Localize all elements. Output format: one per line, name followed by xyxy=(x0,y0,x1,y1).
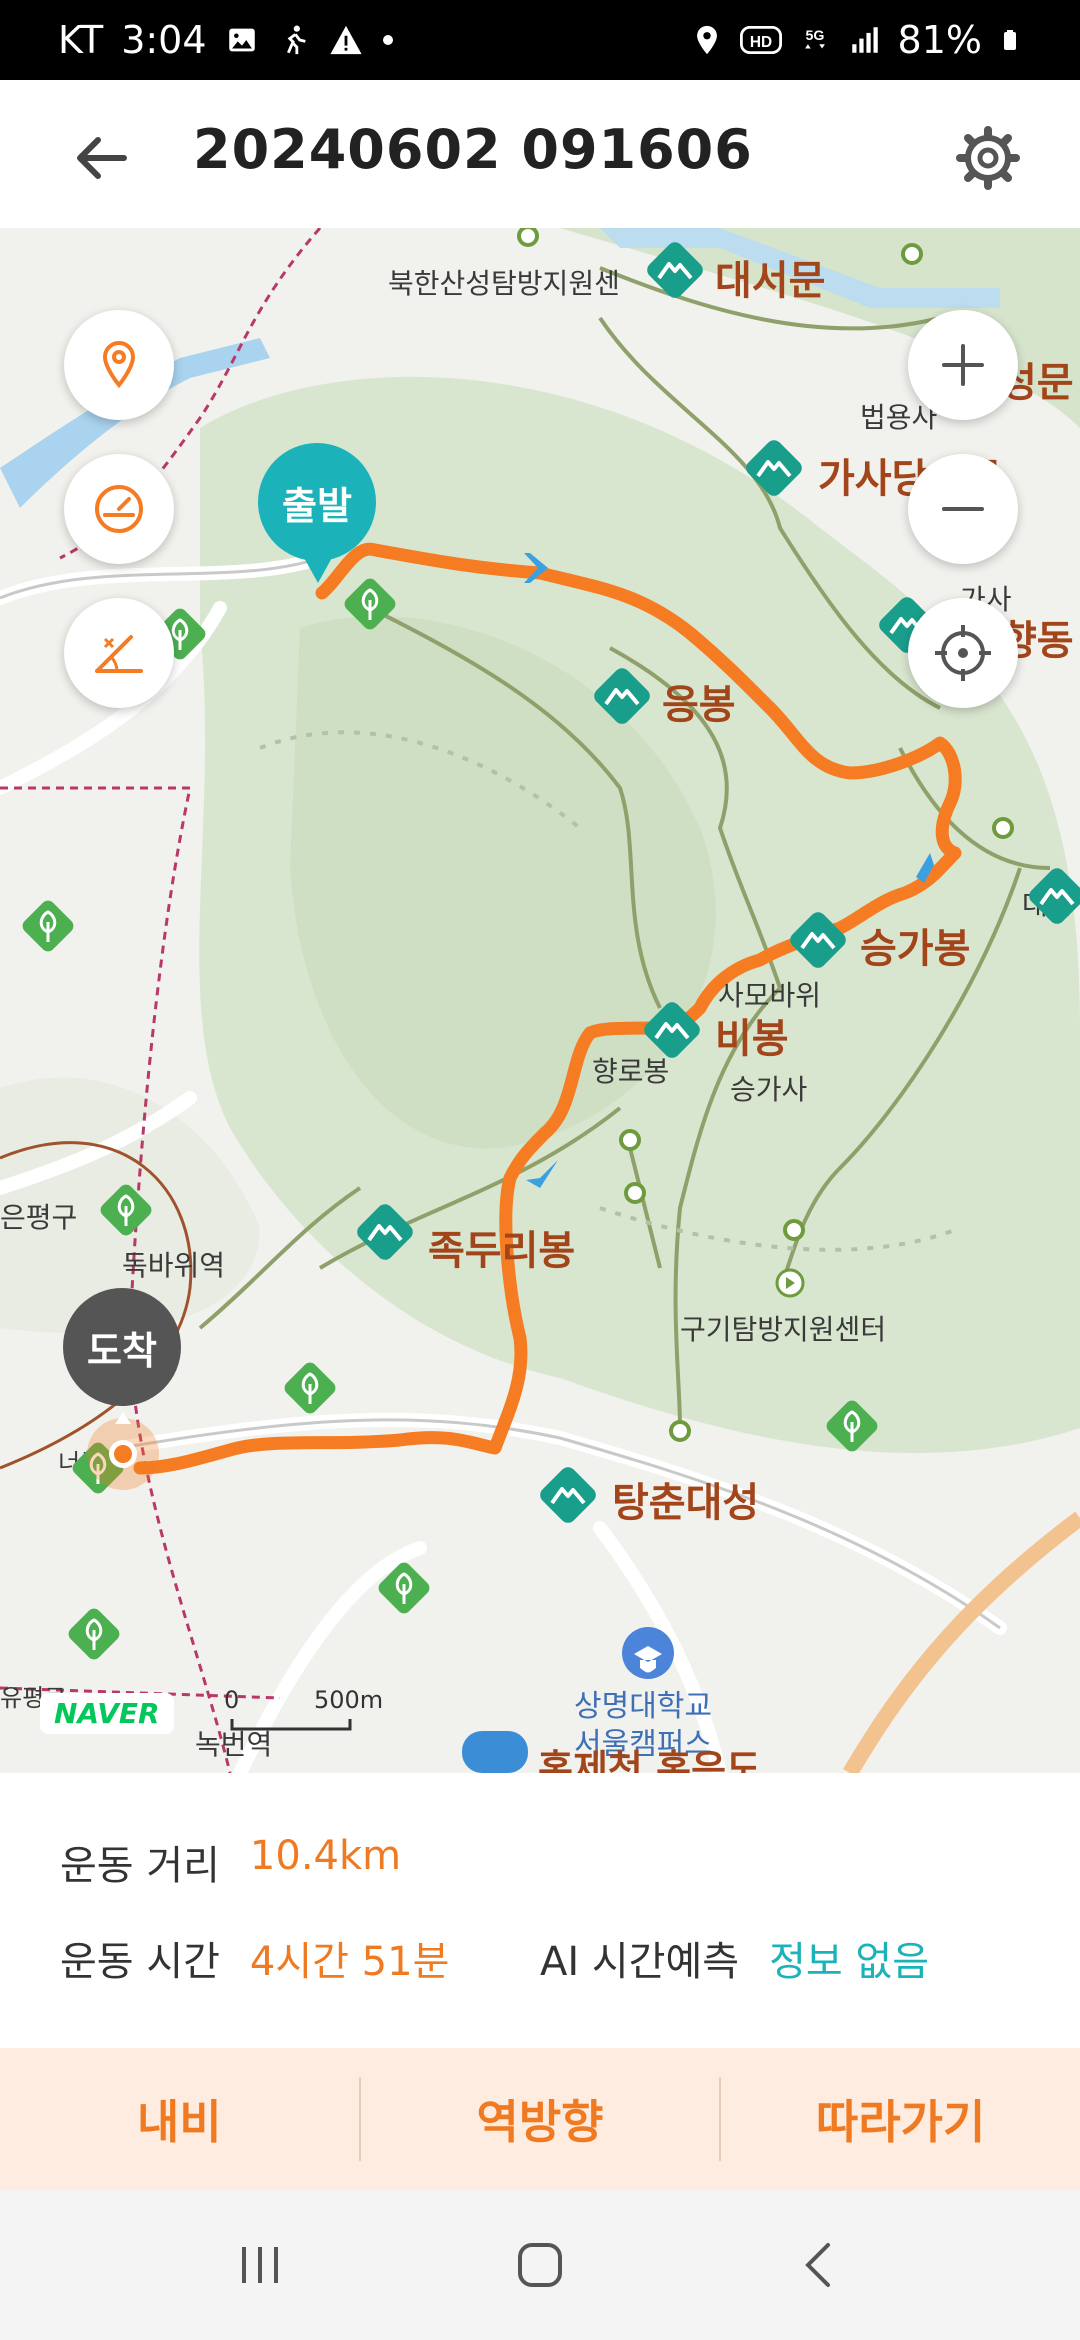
tree-marker-icon xyxy=(68,1608,120,1660)
back-arrow-icon xyxy=(77,137,127,179)
scale-bar: 0 500m xyxy=(220,1686,383,1726)
action-bar: 내비 역방향 따라가기 xyxy=(0,2048,1080,2190)
map-label: 상명대학교 xyxy=(574,1689,712,1724)
gear-icon xyxy=(956,126,1020,190)
crosshair-icon xyxy=(935,625,991,681)
battery-percent: 81% xyxy=(897,18,982,62)
tree-marker-icon xyxy=(826,1400,878,1452)
ai-value: 정보 없음 xyxy=(769,1939,929,1985)
running-app-icon xyxy=(286,25,306,55)
status-left: KT 3:04 xyxy=(58,18,395,62)
workout-info-panel: 운동 거리 10.4km 운동 시간 4시간 51분 AI 시간예측 정보 없음 xyxy=(0,1773,1080,2048)
time-value: 4시간 51분 xyxy=(249,1939,450,1985)
home-icon xyxy=(518,2243,562,2287)
end-label: 도착 xyxy=(63,1288,181,1406)
tree-marker-icon xyxy=(284,1362,336,1414)
end-pin[interactable]: 도착 xyxy=(63,1288,183,1490)
location-button[interactable] xyxy=(64,310,174,420)
ai-estimate-row: AI 시간예측 정보 없음 xyxy=(540,1929,929,1987)
my-location-button[interactable] xyxy=(908,598,1018,708)
peak-marker-icon xyxy=(540,1467,596,1523)
zoom-in-button[interactable] xyxy=(908,310,1018,420)
peak-label-seunggabong: 승가봉 xyxy=(860,926,971,972)
start-label: 출발 xyxy=(258,443,376,561)
map-label: 홍제천 홍은도 xyxy=(538,1747,761,1773)
map-label: 은평구 xyxy=(0,1201,78,1234)
scale-zero: 0 xyxy=(224,1686,240,1714)
system-nav-bar xyxy=(0,2190,1080,2340)
tree-marker-icon xyxy=(100,1184,152,1236)
app-header: 20240602 091606 xyxy=(0,80,1080,228)
speed-button[interactable] xyxy=(64,454,174,564)
zoom-out-icon xyxy=(942,507,984,511)
status-right: HD 5G 81% xyxy=(690,18,1022,62)
recent-apps-icon xyxy=(242,2247,278,2283)
distance-label: 운동 거리 xyxy=(60,1843,220,1889)
reverse-button[interactable]: 역방향 xyxy=(361,2048,720,2190)
peak-label-eungbong: 응봉 xyxy=(662,682,736,728)
distance-value: 10.4km xyxy=(249,1833,402,1879)
map-label: 독바위역 xyxy=(122,1249,226,1282)
peak-label-bibong: 비봉 xyxy=(715,1016,789,1062)
navi-button[interactable]: 내비 xyxy=(0,2048,359,2190)
end-location-icon xyxy=(87,1412,159,1490)
svg-text:5G: 5G xyxy=(805,28,824,44)
time-row: 운동 시간 4시간 51분 xyxy=(60,1929,449,1987)
peak-label-daeseomun: 대서문 xyxy=(715,258,826,304)
5g-icon: 5G xyxy=(804,28,825,49)
follow-button[interactable]: 따라가기 xyxy=(721,2048,1080,2190)
signal-icon xyxy=(851,27,878,53)
carrier: KT xyxy=(58,18,104,62)
back-icon xyxy=(805,2243,830,2287)
home-button[interactable] xyxy=(490,2215,590,2315)
peak-marker-icon xyxy=(644,1002,700,1058)
ai-label: AI 시간예측 xyxy=(540,1939,740,1985)
naver-logo: NAVER xyxy=(40,1693,174,1734)
zoom-in-icon xyxy=(942,344,984,386)
map-label: 구기탐방지원센터 xyxy=(680,1313,887,1346)
location-icon xyxy=(696,25,717,55)
battery-icon xyxy=(1004,30,1016,50)
svg-text:HD: HD xyxy=(749,34,771,51)
peak-marker-icon xyxy=(746,440,802,496)
time-label: 운동 시간 xyxy=(60,1939,220,1985)
back-button[interactable] xyxy=(62,118,142,198)
page-title: 20240602 091606 xyxy=(193,118,753,181)
speedometer-icon xyxy=(95,485,143,533)
map-label: 북한산성탐방지원센 xyxy=(388,267,620,300)
peak-label-tangchundaeseong: 탕춘대성 xyxy=(612,1480,760,1526)
map-label: 녹번역 xyxy=(195,1728,273,1761)
peak-marker-icon xyxy=(1029,868,1080,924)
hd-icon: HD xyxy=(739,26,782,54)
peak-marker-icon xyxy=(790,912,846,968)
scale-distance: 500m xyxy=(314,1686,384,1714)
peak-marker-icon xyxy=(647,242,703,298)
nav-back-button[interactable] xyxy=(770,2215,870,2315)
distance-row: 운동 거리 10.4km xyxy=(60,1833,401,1891)
settings-button[interactable] xyxy=(948,118,1028,198)
slope-icon xyxy=(95,635,143,673)
start-pin-tip xyxy=(298,547,338,583)
tree-marker-icon xyxy=(378,1562,430,1614)
warning-icon xyxy=(329,25,362,55)
recent-apps-button[interactable] xyxy=(210,2215,310,2315)
location-pin-icon xyxy=(102,340,136,389)
map-view[interactable]: 북한산성탐방지원센 대서문 성문 법용사 가사당암문 향동 가사 응봉 대남 승… xyxy=(0,228,1080,1773)
clock: 3:04 xyxy=(121,18,207,62)
slope-button[interactable] xyxy=(64,598,174,708)
peak-label-jokduribong: 족두리봉 xyxy=(428,1228,576,1274)
start-pin[interactable]: 출발 xyxy=(258,443,378,593)
gallery-icon xyxy=(228,28,255,52)
status-bar: KT 3:04 HD 5G 81% xyxy=(0,0,1080,80)
tree-marker-icon xyxy=(22,900,74,952)
map-label: 승가사 xyxy=(730,1073,808,1106)
zoom-out-button[interactable] xyxy=(908,454,1018,564)
peak-marker-icon xyxy=(594,668,650,724)
peak-marker-icon xyxy=(357,1204,413,1260)
dot-icon xyxy=(382,35,393,45)
